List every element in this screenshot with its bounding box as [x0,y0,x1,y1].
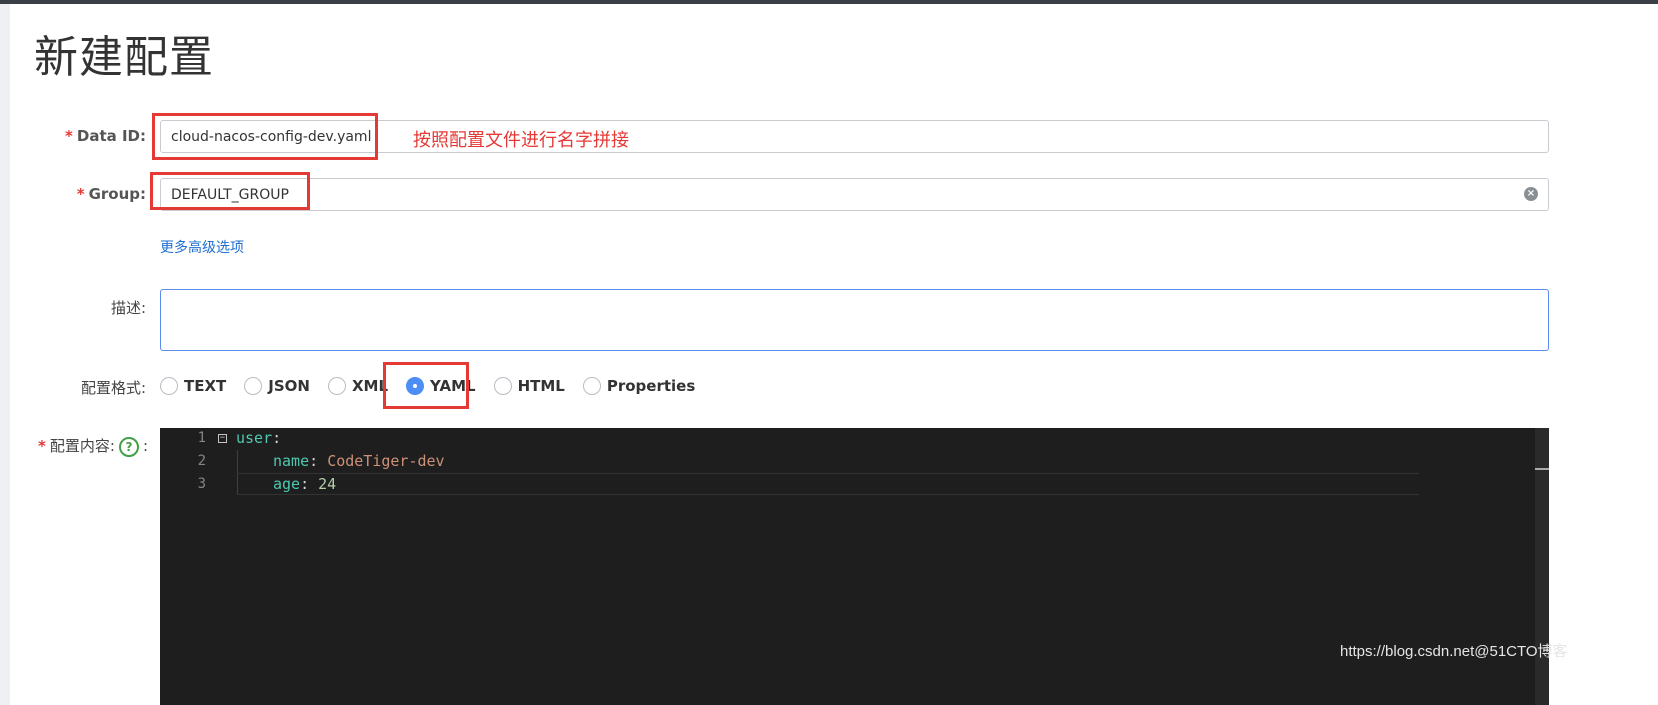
line-separator [237,494,1419,495]
line-separator [237,473,1419,474]
required-marker: * [76,185,85,203]
data-id-highlight [152,113,378,160]
yaml-key: name [273,452,310,470]
content-label-colon: : [142,437,148,455]
radio-icon [327,377,346,395]
group-input[interactable]: DEFAULT_GROUP × [160,178,1549,211]
format-option-json[interactable]: JSON [244,377,310,395]
yaml-separator: : [309,452,328,470]
content-label-text: 配置内容: [49,437,115,455]
radio-icon [493,377,512,395]
group-highlight [150,172,310,210]
yaml-highlight [383,362,469,409]
data-id-label: * Data ID: [60,127,146,145]
yaml-value: CodeTiger-dev [327,452,445,470]
required-marker: * [38,437,46,455]
group-label: * Group: [60,185,146,203]
format-option-properties[interactable]: Properties [582,377,696,395]
left-rail [0,4,10,705]
group-label-text: Group: [88,185,146,203]
code-line: name: CodeTiger-dev [273,452,445,470]
description-textarea[interactable] [160,289,1549,351]
format-option-html[interactable]: HTML [493,377,565,395]
yaml-separator: : [272,429,282,447]
format-option-text[interactable]: TEXT [160,377,226,395]
line-number: 2 [197,453,206,469]
code-line: user: [236,429,281,447]
radio-icon [244,377,263,395]
required-marker: * [65,127,73,145]
watermark: https://blog.csdn.net@51CTO博客 [1340,643,1568,660]
indent-guide [237,450,238,494]
yaml-separator: : [300,475,319,493]
description-label: 描述: [110,299,146,317]
line-number: 1 [197,430,206,446]
clear-icon[interactable]: × [1524,187,1538,201]
format-option-label: Properties [606,377,696,395]
advanced-options-link[interactable]: 更多高级选项 [160,237,244,257]
scrollbar-marker [1535,468,1549,470]
radio-icon [582,377,601,395]
data-id-annotation: 按照配置文件进行名字拼接 [413,130,629,151]
help-icon[interactable]: ? [118,436,139,457]
format-option-label: TEXT [184,377,227,395]
format-label: 配置格式: [80,379,146,397]
code-line: age: 24 [273,475,336,493]
page-title: 新建配置 [34,32,214,83]
content-label: * 配置内容:?: [20,435,148,457]
line-number: 3 [197,476,206,492]
radio-icon [160,377,178,395]
format-option-xml[interactable]: XML [327,377,388,395]
format-option-label: JSON [268,377,310,395]
format-option-label: HTML [517,377,565,395]
yaml-key: user [236,429,273,447]
top-bar [0,0,1658,4]
yaml-key: age [273,475,301,493]
editor-gutter [160,428,215,705]
yaml-value: 24 [318,475,337,493]
code-editor[interactable]: 1 2 3 − user: name: CodeTiger-dev age: 2… [160,428,1549,705]
data-id-label-text: Data ID: [76,127,146,145]
fold-toggle-icon[interactable]: − [218,434,227,443]
